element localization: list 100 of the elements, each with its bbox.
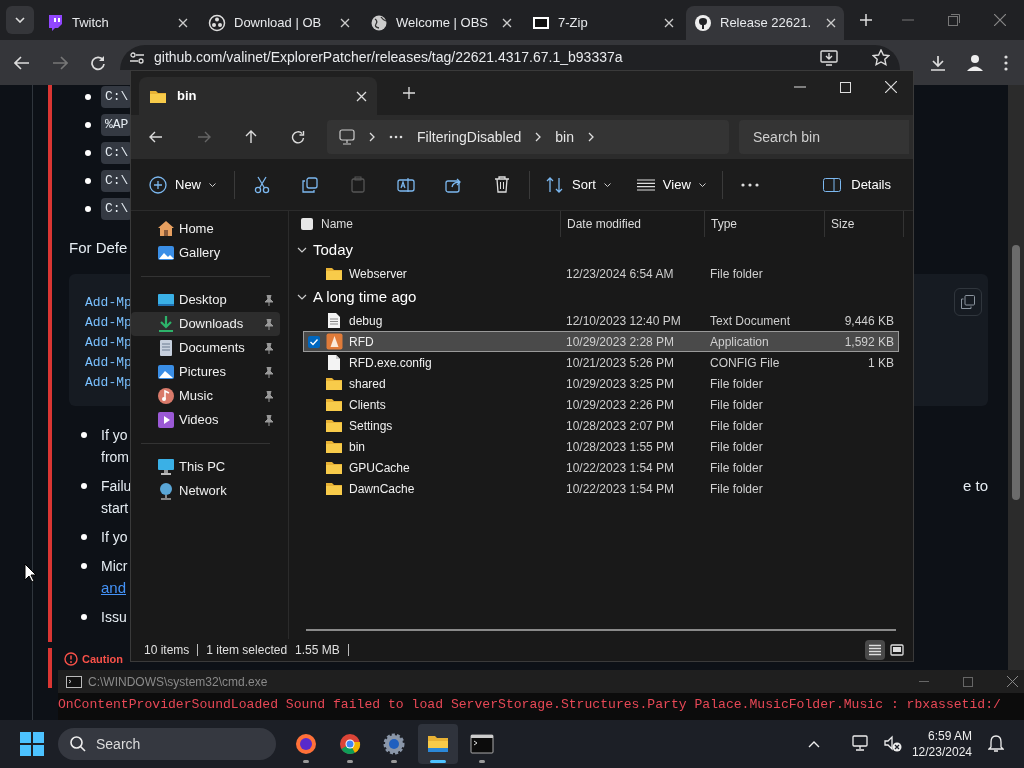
nav-item[interactable]: Downloads: [131, 312, 280, 336]
type-cell-text: File folder: [709, 265, 764, 283]
column-header[interactable]: Date modified: [567, 215, 642, 233]
file-row[interactable]: Settings 10/28/2023 2:07 PM File folder: [303, 415, 899, 436]
folder-icon: [325, 397, 343, 412]
chevron-down-icon: [698, 182, 706, 187]
bullet-icon: [85, 150, 91, 156]
nav-item[interactable]: Music: [131, 384, 280, 408]
pin-icon[interactable]: [264, 342, 274, 354]
taskbar-search[interactable]: Search: [58, 728, 276, 760]
pin-icon[interactable]: [264, 318, 274, 330]
group-header[interactable]: Today: [289, 237, 913, 263]
nav-item[interactable]: Home: [131, 217, 280, 241]
file-row[interactable]: debug 12/10/2023 12:40 PM Text Document 9,446 KB: [303, 310, 899, 331]
terminal-icon: [470, 732, 494, 756]
list-text: Micr: [101, 557, 128, 576]
minimize-icon: [794, 86, 806, 88]
console-output: OnContentProviderSoundLoaded Sound failed to load ServerStorage.Structures.Party Palace.MusicFolder.Music : rbxassetid:/: [58, 696, 1002, 714]
paragraph: For Defe: [69, 238, 128, 258]
file-name: shared: [349, 375, 386, 393]
column-header[interactable]: Size: [831, 215, 855, 233]
github-icon: [694, 14, 712, 32]
status-text: 1.55 MB: [295, 642, 340, 659]
tab-title: 7-Zip: [558, 14, 589, 33]
address-bar[interactable]: github.com/valinet/ExplorerPatcher/releases/tag/22621.4317.67.1_b93337a: [120, 45, 900, 70]
plus-icon: [860, 14, 872, 26]
group-header[interactable]: A long time ago: [289, 284, 913, 310]
chevron-up-icon: [807, 740, 820, 748]
scrollbar[interactable]: [1008, 85, 1024, 670]
date-cell-text: 10/22/2023 1:54 PM: [565, 459, 676, 477]
date-cell-text: 10/29/2023 2:26 PM: [565, 396, 676, 414]
file-row[interactable]: RFD 10/29/2023 2:28 PM Application 1,592 KB: [303, 331, 899, 352]
console-icon: [66, 675, 82, 688]
browser-tab[interactable]: 7-Zip: [524, 6, 682, 40]
browser-tab[interactable]: Download | OB: [200, 6, 358, 40]
list-text: Issu: [101, 608, 127, 627]
browser-tab[interactable]: Twitch: [38, 6, 196, 40]
file-row[interactable]: shared 10/29/2023 3:25 PM File folder: [303, 373, 899, 394]
app-icon: [325, 333, 343, 350]
file-row[interactable]: Webserver 12/23/2024 6:54 AM File folder: [303, 263, 899, 284]
browser-tab[interactable]: Welcome | OBS: [362, 6, 520, 40]
pin-icon[interactable]: [264, 414, 274, 426]
code-span: C:\: [101, 86, 133, 108]
date-cell-text: 10/28/2023 2:07 PM: [565, 417, 676, 435]
bullet-icon: [81, 534, 87, 540]
list-text: e to: [962, 476, 988, 496]
file-row[interactable]: DawnCache 10/22/2023 1:54 PM File folder: [303, 478, 899, 499]
nav-item[interactable]: Desktop: [131, 288, 280, 312]
type-cell-text: File folder: [709, 396, 764, 414]
text-file-icon: [327, 312, 341, 329]
copy-button[interactable]: [954, 288, 982, 316]
breadcrumb-item[interactable]: FilteringDisabled: [417, 126, 522, 148]
details-button[interactable]: Details: [815, 167, 899, 202]
close-icon: [340, 18, 350, 28]
address-bar[interactable]: FilteringDisabled bin: [327, 120, 729, 154]
list-lines-icon: [636, 178, 655, 191]
taskbar-app[interactable]: [418, 724, 458, 764]
code-span: C:\: [101, 142, 133, 164]
pin-icon[interactable]: [264, 390, 274, 402]
horizontal-scrollbar[interactable]: [306, 629, 896, 631]
file-row[interactable]: Clients 10/29/2023 2:26 PM File folder: [303, 394, 899, 415]
list-text: If yo: [101, 528, 128, 547]
file-row[interactable]: RFD.exe.config 10/21/2023 5:26 PM CONFIG File 1 KB: [303, 352, 899, 373]
clock-time[interactable]: 6:59 AM: [927, 728, 972, 744]
type-cell-text: Application: [709, 333, 770, 351]
column-header[interactable]: Name: [321, 215, 353, 233]
select-all-checkbox[interactable]: [301, 218, 313, 230]
nav-item[interactable]: This PC: [131, 455, 280, 479]
file-row[interactable]: GPUCache 10/22/2023 1:54 PM File folder: [303, 457, 899, 478]
explorer-tab[interactable]: bin: [139, 77, 377, 115]
browser-tab[interactable]: Release 22621.: [686, 6, 844, 40]
breadcrumb-item[interactable]: bin: [555, 126, 574, 148]
clock-date[interactable]: 12/23/2024: [911, 744, 972, 760]
nav-item[interactable]: Gallery: [131, 241, 280, 265]
column-header[interactable]: Type: [711, 215, 737, 233]
view-toggle[interactable]: [865, 640, 885, 660]
folder-icon: [149, 88, 167, 104]
monitor-icon: [339, 129, 355, 145]
chrome-icon: [338, 732, 362, 756]
start-button[interactable]: [18, 730, 46, 758]
new-button[interactable]: New: [141, 167, 224, 202]
tab-title: Release 22621.: [720, 14, 813, 33]
file-name: Webserver: [349, 265, 407, 283]
callout-title: Caution: [82, 652, 123, 666]
tab-search-button[interactable]: [6, 6, 34, 34]
close-icon: [885, 81, 897, 93]
nav-item[interactable]: Documents: [131, 336, 280, 360]
code-line: Add-Mp: [85, 294, 132, 312]
sort-button[interactable]: Sort: [540, 167, 617, 202]
pin-icon[interactable]: [264, 294, 274, 306]
search-field[interactable]: Search bin: [739, 120, 909, 154]
view-button[interactable]: View: [630, 167, 712, 202]
restore-icon: [948, 14, 960, 26]
file-row[interactable]: bin 10/28/2023 1:55 PM File folder: [303, 436, 899, 457]
pin-icon[interactable]: [264, 366, 274, 378]
scissors-icon: [254, 175, 270, 194]
nav-item[interactable]: Network: [131, 479, 280, 503]
nav-item[interactable]: Videos: [131, 408, 280, 432]
nav-item[interactable]: Pictures: [131, 360, 280, 384]
link[interactable]: and: [101, 577, 127, 599]
